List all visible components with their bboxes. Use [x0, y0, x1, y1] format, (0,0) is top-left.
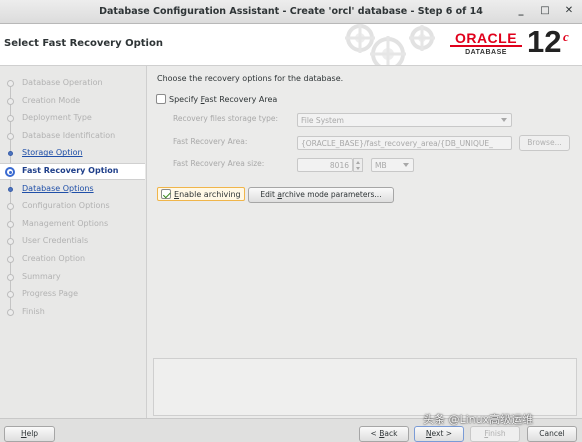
fra-size-unit-value: MB	[375, 161, 387, 170]
fra-location-input[interactable]: {ORACLE_BASE}/fast_recovery_area/{DB_UNI…	[297, 136, 512, 150]
content-pane: Choose the recovery options for the data…	[146, 66, 582, 418]
step-indicator-icon	[8, 151, 13, 157]
step-label: Deployment Type	[22, 113, 92, 123]
step-label: User Credentials	[22, 236, 89, 246]
page-title: Select Fast Recovery Option	[4, 38, 163, 49]
enable-archiving-checkbox[interactable]	[161, 189, 171, 199]
step-database-operation: Database Operation	[0, 75, 145, 92]
fra-size-spinner[interactable]	[353, 158, 363, 172]
enable-archiving-option[interactable]: Enable archiving	[157, 187, 245, 201]
step-storage-option[interactable]: Storage Option	[0, 145, 145, 162]
step-label: Progress Page	[22, 289, 79, 299]
fra-size-input[interactable]: 8016	[297, 158, 353, 172]
step-indicator-icon	[7, 220, 14, 228]
specify-fra-label: Specify Fast Recovery Area	[169, 94, 278, 104]
step-indicator-icon	[7, 308, 14, 316]
step-summary: Summary	[0, 269, 145, 286]
gears-decoration-icon	[345, 24, 435, 65]
version-suffix: c	[563, 29, 569, 44]
header-banner: Select Fast Recovery Option ORACLE DATAB…	[0, 24, 582, 66]
help-button[interactable]: Help	[4, 426, 55, 442]
fra-size-unit-dropdown[interactable]: MB	[371, 158, 414, 172]
storage-type-value: File System	[301, 116, 344, 125]
window-title: Database Configuration Assistant - Creat…	[99, 6, 483, 17]
specify-fra-option[interactable]: Specify Fast Recovery Area	[156, 94, 277, 104]
version-number: 12	[527, 24, 562, 59]
step-label: Fast Recovery Option	[22, 166, 119, 175]
step-creation-mode: Creation Mode	[0, 93, 145, 110]
step-configuration-options: Configuration Options	[0, 198, 145, 215]
edit-archive-mode-button[interactable]: Edit archive mode parameters...	[248, 187, 394, 203]
step-finish: Finish	[0, 304, 145, 321]
step-label: Configuration Options	[22, 201, 110, 211]
step-indicator-icon	[8, 186, 13, 192]
spinner-up-icon	[356, 161, 360, 164]
intro-text: Choose the recovery options for the data…	[157, 74, 344, 83]
step-label: Summary	[22, 271, 61, 281]
step-indicator-icon	[7, 80, 14, 87]
watermark-text: 头条 @Linux高级运维	[423, 413, 534, 426]
browse-button[interactable]: Browse...	[519, 135, 570, 151]
oracle-logo-database: DATABASE	[465, 49, 507, 56]
step-indicator-icon	[7, 238, 14, 246]
step-indicator-icon	[7, 115, 14, 123]
step-progress-page: Progress Page	[0, 286, 145, 303]
step-label: Storage Option	[22, 148, 83, 158]
close-button[interactable]: ✕	[561, 3, 577, 19]
step-label: Database Operation	[22, 78, 103, 87]
chevron-down-icon	[501, 118, 507, 122]
spinner-down-icon	[356, 167, 360, 170]
step-indicator-icon	[7, 273, 14, 281]
fra-location-label: Fast Recovery Area:	[173, 137, 248, 146]
messages-panel	[153, 358, 577, 416]
step-label: Management Options	[22, 218, 109, 228]
step-management-options: Management Options	[0, 216, 145, 233]
fra-size-label: Fast Recovery Area size:	[173, 159, 265, 168]
step-database-identification: Database Identification	[0, 128, 145, 145]
step-deployment-type: Deployment Type	[0, 110, 145, 127]
oracle-logo-text: ORACLE	[454, 30, 518, 46]
step-navigation: Database Operation Creation Mode Deploymen…	[0, 66, 145, 418]
back-button[interactable]: < Back	[359, 426, 409, 442]
oracle-logo-bar	[450, 45, 522, 47]
step-creation-option: Creation Option	[0, 251, 145, 268]
step-label: Creation Mode	[22, 95, 81, 105]
step-indicator-icon	[7, 256, 14, 263]
step-indicator-icon	[7, 97, 14, 105]
oracle-logo: ORACLE DATABASE	[448, 30, 524, 62]
finish-button[interactable]: Finish	[470, 426, 520, 442]
step-user-credentials: User Credentials	[0, 233, 145, 250]
step-label: Finish	[22, 306, 45, 316]
storage-type-dropdown[interactable]: File System	[297, 113, 512, 127]
cancel-button[interactable]: Cancel	[527, 426, 577, 442]
chevron-down-icon	[403, 163, 409, 167]
enable-archiving-label: Enable archiving	[174, 189, 241, 199]
maximize-button[interactable]: □	[537, 3, 553, 19]
storage-type-label: Recovery files storage type:	[173, 114, 279, 123]
window-titlebar[interactable]: Database Configuration Assistant - Creat…	[0, 0, 582, 24]
step-label: Creation Option	[22, 254, 86, 263]
step-fast-recovery-option[interactable]: Fast Recovery Option	[0, 163, 145, 180]
specify-fra-checkbox[interactable]	[156, 94, 166, 104]
minimize-button[interactable]: _	[513, 3, 529, 19]
step-indicator-icon	[7, 291, 14, 299]
step-label: Database Options	[22, 183, 94, 193]
next-button[interactable]: Next >	[414, 426, 464, 442]
step-database-options[interactable]: Database Options	[0, 181, 145, 198]
step-indicator-icon	[5, 167, 15, 177]
step-indicator-icon	[7, 132, 14, 140]
step-indicator-icon	[7, 203, 14, 211]
step-label: Database Identification	[22, 130, 116, 140]
